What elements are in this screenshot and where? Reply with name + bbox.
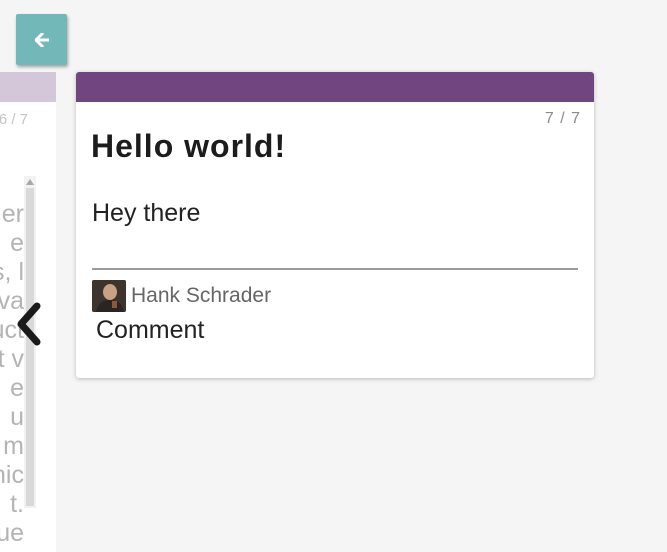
author-name[interactable]: Hank Schrader [131, 284, 271, 308]
previous-card-line: t. [10, 490, 24, 518]
avatar[interactable] [92, 280, 126, 312]
scroll-up-arrow-icon[interactable] [24, 176, 36, 188]
post-body: Hey there [92, 199, 201, 227]
card-counter: 7 / 7 [544, 110, 581, 127]
arrow-left-icon [34, 32, 49, 47]
author-row: Hank Schrader [92, 280, 271, 312]
previous-card-line: e [10, 229, 24, 257]
previous-card-button[interactable] [10, 300, 46, 348]
previous-card-line: er [1, 200, 24, 228]
previous-card-line: nic [0, 461, 24, 489]
comment-button[interactable]: Comment [96, 316, 204, 345]
previous-card-line: t v [0, 345, 24, 373]
post-card: 7 / 7 Hello world! Hey there Hank Schrad… [76, 72, 594, 378]
divider [92, 268, 578, 270]
previous-card-line: m [3, 432, 24, 460]
previous-card-line: e [10, 374, 24, 402]
previous-card-line: s, l [0, 258, 24, 286]
previous-card-body: eres, lvauctt veumnict.ue [0, 200, 24, 548]
previous-card-header [0, 72, 56, 102]
card-header [76, 72, 594, 102]
previous-card-line: u [10, 403, 24, 431]
previous-card-counter: 6 / 7 [0, 111, 28, 128]
post-title: Hello world! [91, 128, 287, 164]
back-button[interactable] [16, 14, 67, 65]
chevron-left-icon [17, 302, 41, 346]
